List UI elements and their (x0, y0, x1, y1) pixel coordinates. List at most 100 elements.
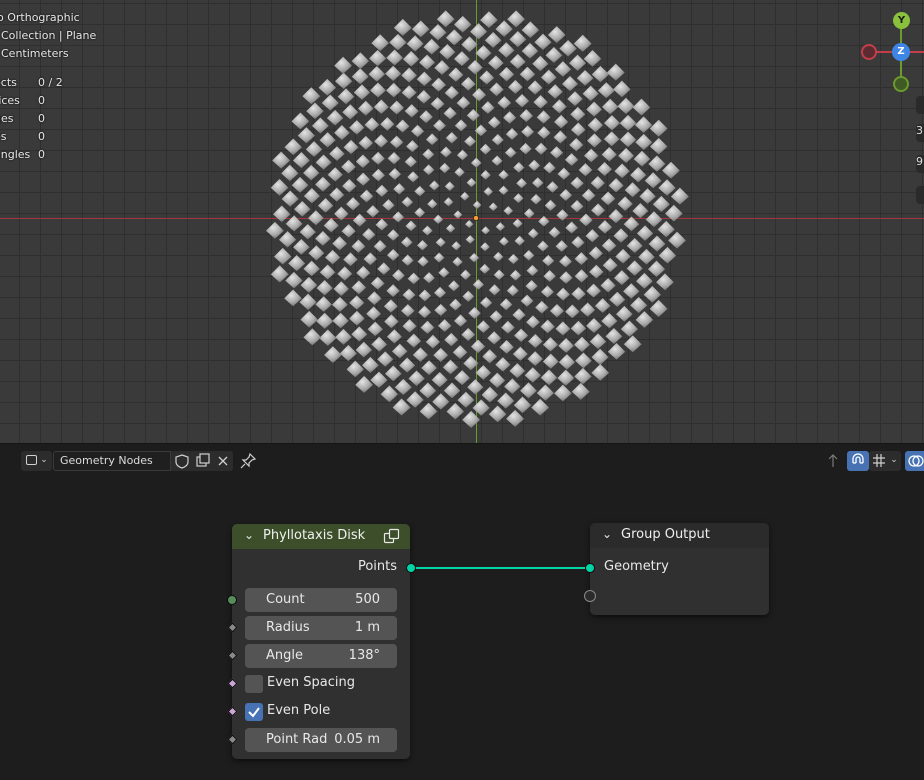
point-instance (460, 269, 472, 280)
point-instance (542, 337, 559, 352)
points-output-socket[interactable] (406, 563, 416, 573)
point-instance (467, 59, 483, 75)
node-editor-icon (26, 455, 37, 465)
phyllotaxis-disk-node-header[interactable]: ⌄ Phyllotaxis Disk (232, 524, 410, 549)
node-editor-header: ⌄ Geometry Nodes ⌄ (0, 443, 924, 477)
point-instance (638, 248, 655, 265)
point-rad-field[interactable]: Point Rad 0.05 m (245, 728, 397, 752)
point-instance (300, 276, 318, 293)
radius-field[interactable]: Radius 1 m (245, 616, 397, 640)
point-instance (585, 229, 600, 243)
node-canvas[interactable]: ⌄ Phyllotaxis Disk Points Count 500 Radi… (0, 476, 924, 780)
empty-input-socket[interactable] (584, 590, 596, 602)
point-instance (574, 252, 589, 265)
point-instance (342, 104, 359, 120)
point-instance (288, 254, 306, 272)
point-instance (559, 255, 572, 268)
3d-viewport[interactable]: o Orthographic Collection | Plane Centim… (0, 0, 924, 443)
point-instance (435, 237, 446, 248)
gizmo-neg-y-axis[interactable] (893, 76, 909, 92)
point-instance (488, 405, 507, 423)
angle-label: Angle (266, 648, 303, 663)
point-instance (351, 68, 369, 85)
point-instance (371, 151, 385, 165)
point-instance (574, 269, 589, 283)
point-instance (556, 209, 569, 221)
perspective-toggle-button[interactable] (916, 186, 924, 204)
even-spacing-checkbox[interactable] (245, 675, 263, 693)
even-spacing-label: Even Spacing (267, 675, 355, 690)
point-instance (380, 385, 399, 403)
point-instance (582, 85, 599, 102)
overlays-toggle-button[interactable] (905, 451, 924, 471)
point-instance (404, 155, 417, 168)
point-instance (351, 239, 366, 253)
point-instance (371, 336, 388, 352)
count-input-socket[interactable] (227, 595, 237, 605)
point-instance (503, 111, 517, 124)
point-instance (499, 66, 515, 82)
angle-field[interactable]: Angle 138° (245, 644, 397, 668)
phyllotaxis-disk-node[interactable]: ⌄ Phyllotaxis Disk Points Count 500 Radi… (232, 524, 410, 759)
editor-type-button[interactable]: ⌄ (21, 451, 52, 471)
point-instance (465, 219, 474, 228)
point-instance (470, 339, 486, 354)
point-instance (346, 360, 365, 378)
point-instance (285, 215, 303, 232)
point-instance (620, 320, 639, 337)
point-instance (266, 221, 284, 239)
point-instance (461, 76, 476, 91)
camera-view-button[interactable]: 9 (916, 155, 924, 173)
unlink-button[interactable] (213, 451, 233, 471)
point-instance (513, 193, 524, 204)
gizmo-z-axis[interactable]: Z (892, 43, 910, 61)
point-instance (516, 177, 528, 189)
collapse-chevron-icon[interactable]: ⌄ (244, 528, 254, 542)
point-instance (430, 97, 445, 111)
point-instance (562, 75, 579, 92)
point-instance (389, 135, 404, 149)
point-instance (370, 276, 385, 290)
point-instance (591, 348, 609, 365)
point-instance (482, 349, 498, 364)
duplicate-button[interactable] (193, 451, 213, 471)
point-instance (356, 265, 371, 280)
point-instance (624, 182, 641, 198)
parent-node-tree-button[interactable] (823, 451, 843, 471)
point-instance (317, 198, 334, 213)
point-instance (377, 262, 391, 275)
point-instance (644, 172, 662, 189)
node-link-points-to-geometry[interactable] (411, 567, 590, 569)
grid-snap-icon (873, 454, 885, 467)
node-tree-name-field[interactable]: Geometry Nodes (53, 451, 171, 471)
point-instance (512, 346, 528, 361)
point-instance (571, 382, 590, 400)
point-instance (373, 240, 387, 253)
gizmo-neg-x-axis[interactable] (861, 44, 877, 60)
gizmo-y-axis[interactable]: Y (893, 12, 910, 29)
point-instance (403, 51, 420, 67)
fake-user-button[interactable] (171, 451, 193, 471)
count-field[interactable]: Count 500 (245, 588, 397, 612)
even-pole-checkbox[interactable] (245, 703, 263, 721)
collapse-chevron-icon[interactable]: ⌄ (602, 527, 612, 541)
group-output-node[interactable]: ⌄ Group Output Geometry (590, 523, 769, 615)
point-instance (498, 169, 509, 180)
group-output-node-header[interactable]: ⌄ Group Output (590, 523, 769, 548)
pan-button[interactable]: 3 (916, 124, 924, 142)
point-instance (444, 85, 459, 100)
point-instance (346, 197, 361, 211)
point-instance (495, 357, 511, 372)
geometry-input-socket[interactable] (585, 563, 595, 573)
zoom-button[interactable] (916, 96, 924, 114)
node-group-icon[interactable] (383, 528, 401, 545)
snap-toggle-button[interactable] (847, 451, 869, 471)
snap-target-dropdown[interactable]: ⌄ (869, 451, 901, 471)
point-instance (536, 110, 551, 124)
pin-button[interactable] (238, 451, 258, 471)
point-instance (600, 277, 616, 293)
point-instance (349, 310, 365, 326)
point-instance (575, 352, 592, 369)
point-instance (453, 210, 463, 219)
point-instance (319, 329, 337, 346)
